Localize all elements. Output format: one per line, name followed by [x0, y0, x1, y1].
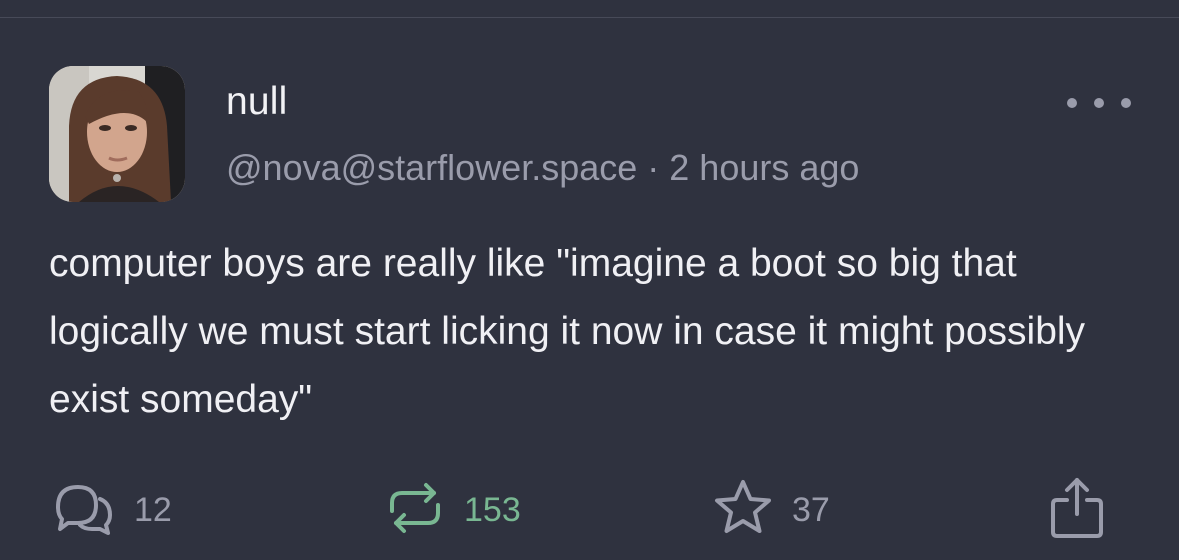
share-icon: [1047, 476, 1107, 545]
boost-button[interactable]: 153: [384, 478, 521, 542]
author-handle[interactable]: @nova@starflower.space: [226, 147, 637, 188]
favourite-count: 37: [792, 490, 830, 529]
boost-arrows-icon: [384, 477, 446, 544]
ellipsis-icon: [1067, 98, 1077, 108]
reply-button[interactable]: 12: [52, 478, 172, 542]
post-body-text: computer boys are really like "imagine a…: [49, 242, 1086, 421]
more-options-button[interactable]: [1067, 88, 1131, 118]
post-card: null @nova@starflower.space · 2 hours ago …: [0, 0, 1179, 560]
ellipsis-icon-dot: [1094, 98, 1104, 108]
star-icon: [712, 478, 774, 543]
favourite-button[interactable]: 37: [712, 478, 830, 542]
boost-count: 153: [464, 490, 521, 529]
post-timestamp[interactable]: 2 hours ago: [669, 147, 859, 188]
post-meta: @nova@starflower.space · 2 hours ago: [226, 147, 859, 189]
reply-bubbles-icon: [52, 479, 116, 542]
reply-count: 12: [134, 490, 172, 529]
post-actions-bar: 12 153 37: [0, 476, 1179, 545]
avatar[interactable]: [49, 66, 185, 202]
meta-separator: ·: [647, 147, 660, 188]
avatar-image: [49, 66, 185, 202]
share-button[interactable]: [1047, 476, 1107, 545]
display-name[interactable]: null: [226, 80, 288, 124]
ellipsis-icon-dot: [1121, 98, 1131, 108]
